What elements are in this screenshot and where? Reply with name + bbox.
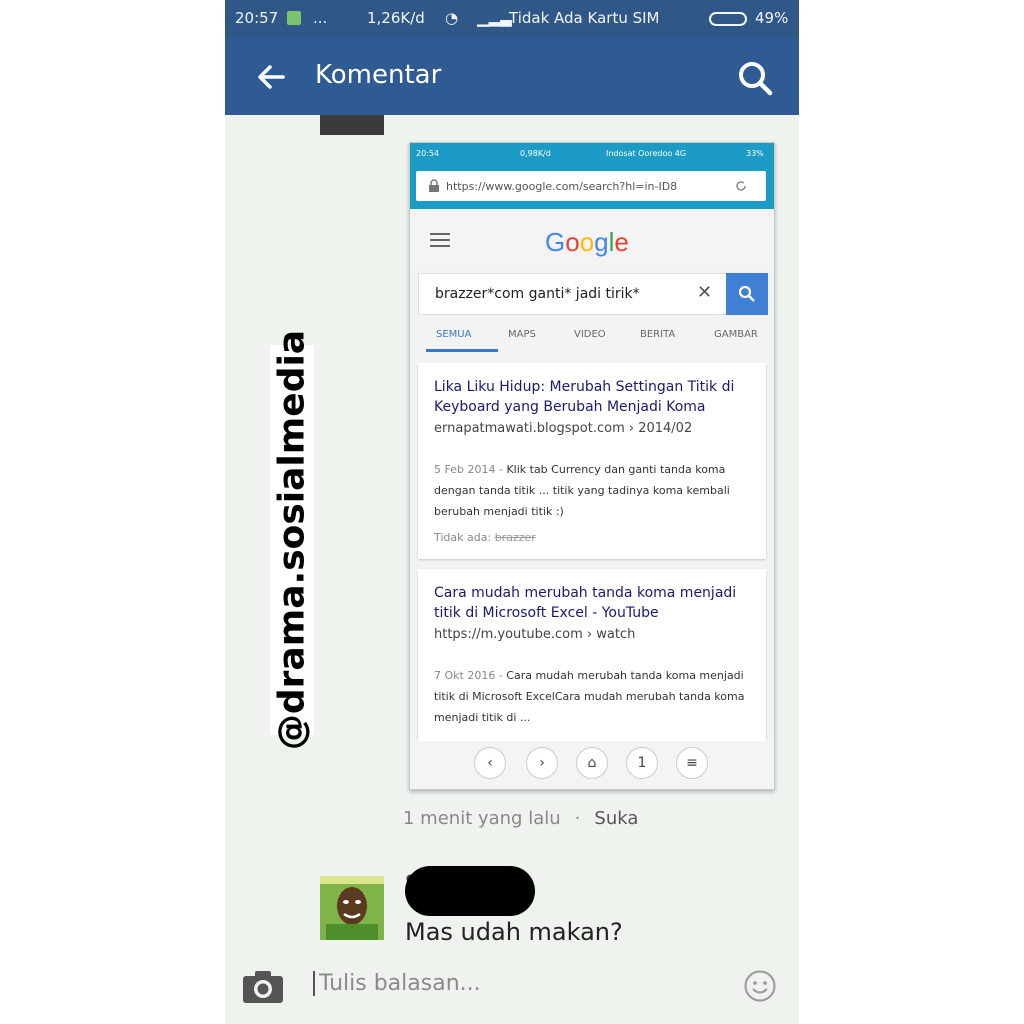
hamburger-menu-icon: [430, 233, 450, 247]
status-dots: ...: [313, 9, 328, 27]
separator-dot: ·: [574, 808, 581, 829]
previous-comment-avatar: [320, 115, 384, 135]
screenshot-speed: 0,98K/d: [520, 149, 551, 158]
result-snippet: 5 Feb 2014 - Klik tab Currency dan ganti…: [434, 459, 756, 522]
reload-icon: [736, 181, 746, 191]
tab-berita: BERITA: [640, 329, 676, 340]
result-url: https://m.youtube.com › watch: [434, 627, 636, 642]
result-url: ernapatmawati.blogspot.com › 2014/02: [434, 421, 693, 436]
result-title: Cara mudah merubah tanda koma menjadi ti…: [434, 585, 737, 621]
arrow-left-icon[interactable]: [253, 59, 289, 95]
search-magnifier-icon: [738, 285, 755, 302]
google-logo: Google: [545, 227, 629, 257]
missing-label: Tidak ada:: [434, 531, 495, 544]
clear-icon: ✕: [697, 282, 713, 303]
page-title: Komentar: [315, 60, 442, 90]
carrier-label: Tidak Ada Kartu SIM: [509, 9, 660, 27]
missing-term: brazzer: [494, 531, 536, 544]
url-text: https://www.google.com/search?hl=in-ID8: [446, 180, 678, 193]
screenshot-time: 20:54: [416, 149, 440, 158]
status-time: 20:57: [235, 9, 279, 27]
comment-meta: 1 menit yang lalu · Suka: [403, 808, 638, 829]
battery-icon: [709, 12, 747, 26]
tab-semua: SEMUA: [436, 329, 472, 340]
google-search-box: brazzer*com ganti* jadi tirik* ✕: [418, 273, 768, 315]
result-title: Lika Liku Hidup: Merubah Settingan Titik…: [434, 379, 735, 415]
browser-menu-icon: ≡: [676, 747, 708, 779]
attached-screenshot-image[interactable]: 20:54 0,98K/d Indosat Ooredoo 4G 33% htt…: [409, 142, 775, 790]
search-result-card: Lika Liku Hidup: Merubah Settingan Titik…: [418, 363, 766, 559]
avatar[interactable]: [320, 876, 384, 940]
browser-url-bar: https://www.google.com/search?hl=in-ID8: [410, 165, 774, 209]
browser-tab-count: 1: [626, 747, 658, 779]
redacted-author-name: [405, 866, 535, 916]
screenshot-battery: 33%: [746, 149, 764, 158]
avatar-image: [320, 876, 384, 940]
active-tab-indicator: [426, 349, 498, 352]
browser-forward-icon: ›: [526, 747, 558, 779]
search-query: brazzer*com ganti* jadi tirik*: [435, 286, 640, 302]
result-snippet: 7 Okt 2016 - Cara mudah merubah tanda ko…: [434, 665, 756, 728]
watermark: @drama.sosialmedia: [270, 330, 314, 750]
screenshot-status-bar: 20:54 0,98K/d Indosat Ooredoo 4G 33%: [410, 143, 774, 165]
google-header: Google: [410, 209, 774, 269]
url-field: https://www.google.com/search?hl=in-ID8: [416, 171, 766, 201]
network-speed: 1,26K/d: [367, 9, 425, 27]
reply-composer: Tulis balasan...: [225, 955, 799, 1024]
browser-home-icon: ⌂: [576, 747, 608, 779]
reply-text: Mas udah makan?: [405, 918, 623, 946]
reply-input[interactable]: Tulis balasan...: [313, 971, 481, 996]
screenshot-carrier: Indosat Ooredoo 4G: [606, 149, 687, 158]
like-link[interactable]: Suka: [594, 808, 638, 829]
browser-back-icon: ‹: [474, 747, 506, 779]
camera-icon[interactable]: [241, 969, 285, 1005]
signal-icon: ▁▂▃: [477, 9, 512, 27]
status-bar: 20:57 ... 1,26K/d ◔ ▁▂▃ Tidak Ada Kartu …: [225, 0, 799, 38]
emoji-icon[interactable]: [743, 969, 777, 1003]
watermark-text: @drama.sosialmedia: [271, 329, 313, 751]
google-search-button: [726, 273, 768, 315]
tab-maps: MAPS: [508, 329, 536, 340]
comment-timestamp: 1 menit yang lalu: [403, 808, 561, 829]
lock-icon: [429, 179, 439, 192]
browser-bottom-nav: ‹ › ⌂ 1 ≡: [410, 741, 774, 789]
notification-icon: [287, 11, 301, 25]
google-tabs: SEMUA MAPS VIDEO BERITA GAMBAR: [418, 319, 766, 353]
result-missing-terms: Tidak ada: brazzer: [434, 531, 536, 544]
result-date: 5 Feb 2014 -: [434, 463, 507, 476]
search-icon[interactable]: [735, 58, 775, 98]
battery-percent: 49%: [755, 9, 789, 27]
app-bar: Komentar: [225, 38, 799, 115]
wifi-icon: ◔: [445, 9, 459, 27]
search-result-card: Cara mudah merubah tanda koma menjadi ti…: [418, 569, 766, 741]
tab-gambar: GAMBAR: [714, 329, 758, 340]
tab-video: VIDEO: [574, 329, 606, 340]
result-date: 7 Okt 2016 -: [434, 669, 507, 682]
